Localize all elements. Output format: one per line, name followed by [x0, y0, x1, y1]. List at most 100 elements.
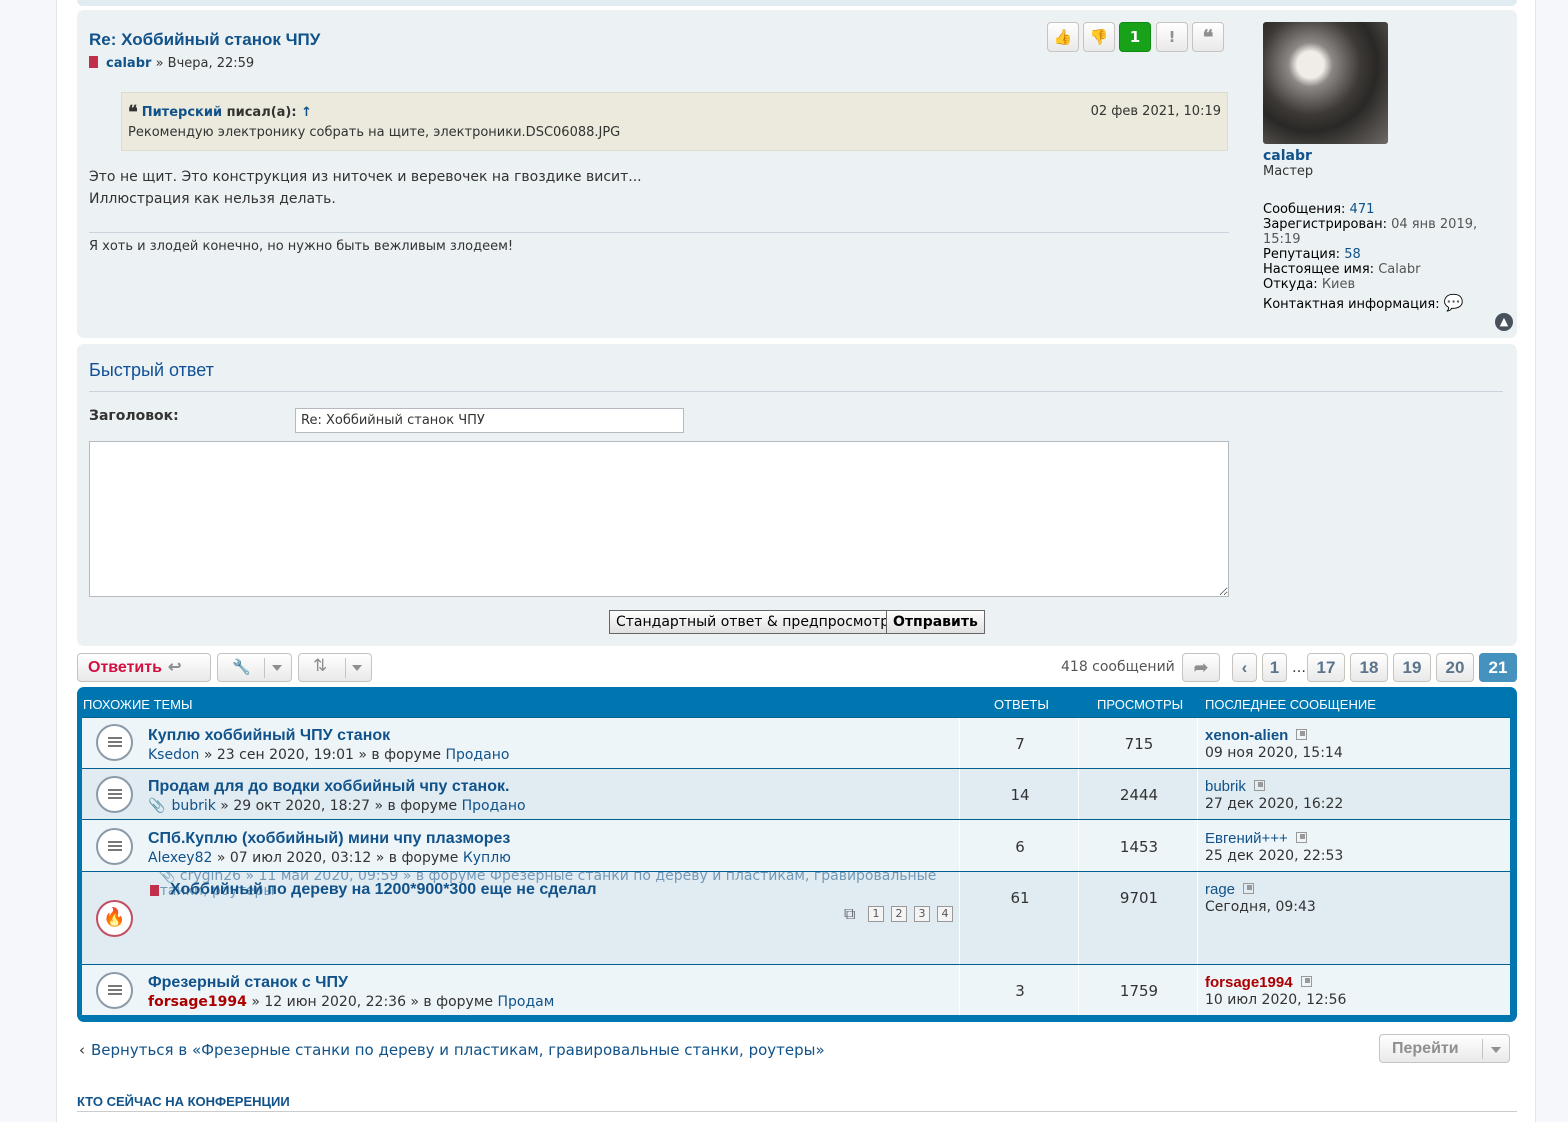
page-17[interactable]: 17 [1307, 653, 1345, 682]
last-post-user[interactable]: xenon-alien [1205, 727, 1308, 744]
table-row: Фрезерный станок с ЧПУ forsage1994 » 12 … [82, 964, 1510, 1015]
topic-author[interactable]: Alexey82 [148, 850, 212, 866]
reputation-score[interactable]: 1 [1119, 22, 1151, 52]
topic-meta: Ksedon » 23 сен 2020, 19:01 » в форуме П… [148, 747, 510, 763]
chevron-left-icon: ‹ [1241, 658, 1248, 677]
topic-author[interactable]: forsage1994 [148, 994, 247, 1010]
mini-page-2[interactable]: 2 [891, 906, 907, 922]
chevron-left-icon: ‹ [79, 1041, 85, 1059]
mini-page-3[interactable]: 3 [914, 906, 930, 922]
back-to-forum-link[interactable]: ‹ Вернуться в «Фрезерные станки по дереву… [79, 1041, 825, 1059]
profile-contact: Контактная информация: 💬 [1263, 293, 1464, 313]
last-post-user[interactable]: forsage1994 [1205, 974, 1312, 991]
header-views: ПРОСМОТРЫ [1097, 697, 1184, 712]
reply-label: Ответить [88, 659, 162, 676]
report-button[interactable]: ! [1156, 22, 1188, 52]
post-body-line-2: Иллюстрация как нельзя делать. [89, 191, 336, 207]
post-file-icon[interactable] [89, 56, 98, 68]
mini-page-1[interactable]: 1 [868, 906, 884, 922]
topic-author[interactable]: bubrik [171, 798, 215, 814]
jump-button[interactable]: Перейти [1379, 1034, 1510, 1063]
profile-rep-value[interactable]: 58 [1344, 247, 1361, 262]
page-1[interactable]: 1 [1262, 653, 1287, 682]
last-post-user[interactable]: bubrik [1205, 778, 1265, 795]
topic-forum[interactable]: Продам [497, 994, 554, 1010]
mini-page-4[interactable]: 4 [937, 906, 953, 922]
thumbs-up-icon: 👍 [1053, 28, 1073, 46]
profile-name[interactable]: calabr [1263, 148, 1312, 164]
topic-replies: 7 [1015, 735, 1025, 753]
post-author[interactable]: calabr [106, 56, 151, 71]
share-arrow-icon: ➦ [1193, 658, 1209, 677]
avatar[interactable] [1263, 22, 1388, 144]
page-21-active[interactable]: 21 [1479, 653, 1517, 682]
last-post-date: Сегодня, 09:43 [1205, 899, 1316, 915]
reply-button[interactable]: Ответить ↩ [77, 653, 211, 682]
topic-author[interactable]: Ksedon [148, 747, 199, 763]
chat-bubble-icon[interactable]: 💬 [1444, 293, 1464, 312]
header-replies: ОТВЕТЫ [994, 697, 1049, 712]
who-is-online-title: КТО СЕЙЧАС НА КОНФЕРЕНЦИИ [77, 1094, 290, 1109]
topic-read-icon [96, 724, 133, 761]
go-to-post-icon[interactable] [1296, 729, 1308, 740]
last-post-user[interactable]: Евгений+++ [1205, 830, 1307, 847]
prev-page-button[interactable]: ‹ [1232, 653, 1257, 682]
message-textarea[interactable] [89, 441, 1229, 597]
header-last-post: ПОСЛЕДНЕЕ СООБЩЕНИЕ [1205, 697, 1376, 712]
topic-forum[interactable]: Куплю [463, 850, 511, 866]
topic-title[interactable]: Куплю хоббийный ЧПУ станок [148, 727, 390, 745]
quick-reply: Быстрый ответ Заголовок: Стандартный отв… [77, 344, 1517, 646]
page-19[interactable]: 19 [1393, 653, 1431, 682]
go-to-post-icon[interactable] [1295, 832, 1307, 843]
reply-arrow-icon: ↩ [167, 659, 182, 676]
last-post-date: 25 дек 2020, 22:53 [1205, 848, 1344, 864]
topic-replies: 3 [1015, 982, 1025, 1000]
last-post-user[interactable]: rage [1205, 881, 1255, 898]
profile-posts: Сообщения: 471 [1263, 202, 1375, 217]
page-20[interactable]: 20 [1436, 653, 1474, 682]
topic-forum[interactable]: Продано [462, 798, 526, 814]
profile-reputation: Репутация: 58 [1263, 247, 1361, 262]
go-to-post-icon[interactable] [1300, 976, 1312, 987]
header-topics: ПОХОЖИЕ ТЕМЫ [83, 697, 193, 712]
profile-posts-value[interactable]: 471 [1350, 202, 1375, 217]
like-button[interactable]: 👍 [1047, 22, 1079, 52]
topic-title[interactable]: СПб.Куплю (хоббийный) мини чпу плазморез [148, 830, 510, 848]
page-ellipsis: … [1292, 660, 1306, 676]
sticky-file-icon [150, 885, 159, 896]
topic-views: 715 [1124, 735, 1154, 753]
dislike-button[interactable]: 👎 [1083, 22, 1115, 52]
topic-meta: forsage1994 » 12 июн 2020, 22:36 » в фор… [148, 994, 555, 1010]
profile-from: Откуда: Киев [1263, 277, 1356, 292]
quote-text: Рекомендую электронику собрать на щите, … [128, 125, 621, 140]
last-post-date: 27 дек 2020, 16:22 [1205, 796, 1344, 812]
sort-button[interactable]: ⇅ [298, 653, 372, 682]
topic-title[interactable]: Хоббийный по дереву на 1200*900*300 еще … [170, 881, 597, 899]
quote-source-arrow[interactable]: ↑ [301, 105, 312, 120]
back-to-top-icon[interactable]: ▲ [1495, 313, 1513, 331]
subject-input[interactable] [295, 408, 684, 433]
topic-forum[interactable]: Продано [445, 747, 509, 763]
post-title[interactable]: Re: Хоббийный станок ЧПУ [89, 30, 320, 50]
topic-views: 2444 [1119, 786, 1159, 804]
quote-button[interactable]: ❝ [1192, 22, 1224, 52]
chevron-down-icon [272, 665, 282, 671]
page-18[interactable]: 18 [1350, 653, 1388, 682]
jump-to-page-button[interactable]: ➦ [1182, 653, 1220, 682]
quote-block: ❝ Питерский писал(а): ↑ 02 фев 2021, 10:1… [121, 92, 1228, 151]
quote-header: ❝ Питерский писал(а): ↑ [128, 102, 312, 123]
exclamation-icon: ! [1168, 28, 1176, 46]
topic-title[interactable]: Фрезерный станок с ЧПУ [148, 974, 348, 992]
topic-views: 1759 [1119, 982, 1159, 1000]
quote-author[interactable]: Питерский [142, 105, 222, 120]
submit-button[interactable]: Отправить [886, 610, 985, 634]
topic-title[interactable]: Продам для до водки хоббийный чпу станок… [148, 778, 509, 796]
go-to-post-icon[interactable] [1243, 883, 1255, 894]
topic-tools-button[interactable]: 🔧 [217, 653, 292, 682]
preview-button[interactable]: Стандартный ответ & предпросмотр [609, 610, 897, 634]
go-to-post-icon[interactable] [1253, 780, 1265, 791]
last-post-date: 09 ноя 2020, 15:14 [1205, 745, 1343, 761]
signature: Я хоть и злодей конечно, но нужно быть в… [89, 239, 514, 254]
profile-realname: Настоящее имя: Calabr [1263, 262, 1421, 277]
online-divider [77, 1111, 1517, 1112]
